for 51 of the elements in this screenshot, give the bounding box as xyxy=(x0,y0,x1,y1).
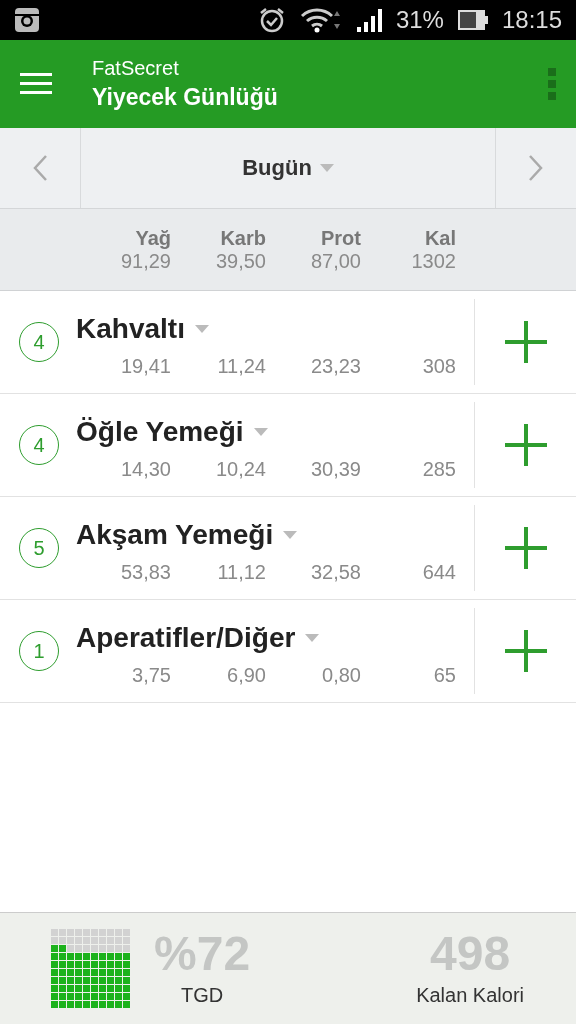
meal-value: 11,12 xyxy=(216,560,266,584)
total-value: 91,29 xyxy=(119,249,171,273)
meal-name[interactable]: Akşam Yemeği xyxy=(76,518,274,551)
caret-icon xyxy=(283,530,298,539)
column-header: Prot xyxy=(320,226,361,250)
menu-icon[interactable] xyxy=(20,73,52,95)
meal-value: 23,23 xyxy=(309,354,361,378)
column-header: Karb xyxy=(219,226,266,250)
caret-icon xyxy=(194,324,209,333)
meal-value: 14,30 xyxy=(119,457,171,481)
clock-time: 18:15 xyxy=(501,6,562,34)
wifi-icon xyxy=(299,7,342,33)
column-header: Yağ xyxy=(134,226,171,250)
meal-value: 30,39 xyxy=(309,457,361,481)
meal-value: 644 xyxy=(421,560,456,584)
meal-value: 0,80 xyxy=(321,663,361,687)
overflow-menu-icon[interactable] xyxy=(548,68,556,100)
plus-icon xyxy=(504,630,547,672)
caret-icon xyxy=(305,633,320,642)
meal-value: 19,41 xyxy=(119,354,171,378)
meal-value: 32,58 xyxy=(309,560,361,584)
percent-label: TGD xyxy=(180,984,224,1007)
remaining-label: Kalan Kalori xyxy=(416,984,524,1007)
plus-icon xyxy=(504,527,547,569)
meal-value: 285 xyxy=(421,457,456,481)
meal-value: 11,24 xyxy=(216,354,266,378)
battery-icon xyxy=(457,10,488,30)
total-value: 39,50 xyxy=(214,249,266,273)
column-header: Kal xyxy=(423,226,456,250)
meal-value: 6,90 xyxy=(226,663,266,687)
meal-name[interactable]: Aperatifler/Diğer xyxy=(76,621,296,654)
total-value: 1302 xyxy=(410,249,456,273)
meal-name[interactable]: Kahvaltı xyxy=(76,312,185,345)
signal-icon xyxy=(355,7,382,33)
meal-value: 65 xyxy=(432,663,456,687)
caret-icon xyxy=(319,164,334,172)
meal-name[interactable]: Öğle Yemeği xyxy=(76,415,244,448)
meal-value: 3,75 xyxy=(131,663,171,687)
meal-value: 308 xyxy=(421,354,456,378)
chevron-right-icon xyxy=(528,154,544,182)
plus-icon xyxy=(504,321,547,363)
camera-icon xyxy=(14,7,40,33)
total-value: 87,00 xyxy=(309,249,361,273)
screen-title: Yiyecek Günlüğü xyxy=(92,84,279,111)
battery-percent: 31% xyxy=(395,6,444,34)
meal-value: 10,24 xyxy=(214,457,266,481)
app-name: FatSecret xyxy=(92,57,180,80)
caret-icon xyxy=(253,427,268,436)
plus-icon xyxy=(504,424,547,466)
chevron-left-icon xyxy=(32,154,48,182)
meal-value: 53,83 xyxy=(119,560,171,584)
